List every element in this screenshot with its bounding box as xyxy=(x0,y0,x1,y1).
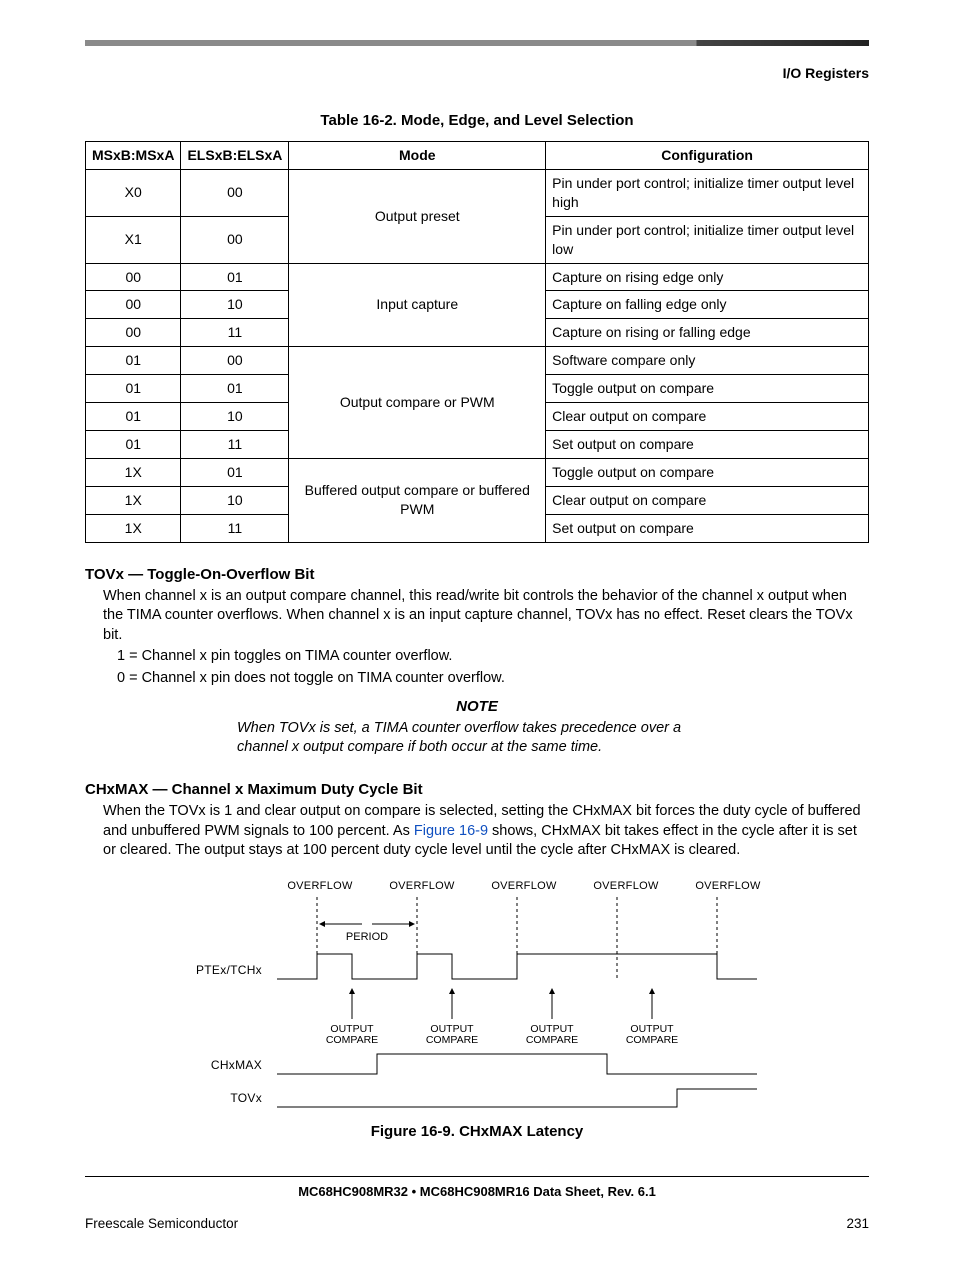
tovx-val-0: 0 = Channel x pin does not toggle on TIM… xyxy=(117,669,869,689)
chxmax-body: When the TOVx is 1 and clear output on c… xyxy=(103,802,869,861)
cell: 10 xyxy=(181,403,289,431)
cell: 01 xyxy=(181,263,289,291)
cell: 00 xyxy=(86,291,181,319)
oc: OUTPUTCOMPARE xyxy=(426,1023,478,1046)
cell: 1X xyxy=(86,486,181,514)
ovf: OVERFLOW xyxy=(575,879,677,894)
note-header: NOTE xyxy=(85,697,869,717)
section-header: I/O Registers xyxy=(85,64,869,83)
cell: Toggle output on compare xyxy=(546,458,869,486)
cell: 00 xyxy=(181,216,289,263)
footer-doc: MC68HC908MR32 • MC68HC908MR16 Data Sheet… xyxy=(85,1176,869,1201)
cell: Clear output on compare xyxy=(546,486,869,514)
ovf: OVERFLOW xyxy=(371,879,473,894)
mode-table: MSxB:MSxA ELSxB:ELSxA Mode Configuration… xyxy=(85,141,869,542)
cell: Toggle output on compare xyxy=(546,375,869,403)
cell: 10 xyxy=(181,486,289,514)
cell: Capture on rising or falling edge xyxy=(546,319,869,347)
ovf: OVERFLOW xyxy=(269,879,371,894)
period-label: PERIOD xyxy=(346,931,388,943)
cell: 11 xyxy=(181,514,289,542)
label-ptex: PTEx/TCHx xyxy=(196,963,262,977)
cell: Set output on compare xyxy=(546,430,869,458)
cell: 1X xyxy=(86,458,181,486)
tovx-body: When channel x is an output compare chan… xyxy=(103,587,869,646)
cell: Capture on rising edge only xyxy=(546,263,869,291)
cell: 00 xyxy=(86,263,181,291)
oc: OUTPUTCOMPARE xyxy=(526,1023,578,1046)
cell: 01 xyxy=(181,375,289,403)
figure-title: Figure 16-9. CHxMAX Latency xyxy=(177,1122,777,1142)
cell: X1 xyxy=(86,216,181,263)
col-msxb: MSxB:MSxA xyxy=(86,142,181,170)
cell: 00 xyxy=(181,170,289,217)
oc: OUTPUTCOMPARE xyxy=(326,1023,378,1046)
table-title: Table 16-2. Mode, Edge, and Level Select… xyxy=(85,111,869,131)
cell: 11 xyxy=(181,319,289,347)
cell: Set output on compare xyxy=(546,514,869,542)
footer-page: 231 xyxy=(846,1215,869,1233)
cell-mode: Input capture xyxy=(289,263,546,347)
footer-vendor: Freescale Semiconductor xyxy=(85,1215,238,1233)
cell: 11 xyxy=(181,430,289,458)
label-chxmax: CHxMAX xyxy=(211,1058,262,1072)
header-rule xyxy=(85,40,869,46)
chxmax-title: CHxMAX — Channel x Maximum Duty Cycle Bi… xyxy=(85,780,869,800)
note-body: When TOVx is set, a TIMA counter overflo… xyxy=(237,719,717,758)
figure-xref[interactable]: Figure 16-9 xyxy=(414,823,488,839)
cell: 10 xyxy=(181,291,289,319)
tovx-title: TOVx — Toggle-On-Overflow Bit xyxy=(85,565,869,585)
ovf: OVERFLOW xyxy=(473,879,575,894)
cell: 01 xyxy=(86,403,181,431)
cell: 01 xyxy=(86,375,181,403)
cell: 01 xyxy=(86,430,181,458)
label-tovx: TOVx xyxy=(230,1091,262,1105)
cell: 00 xyxy=(86,319,181,347)
cell: Clear output on compare xyxy=(546,403,869,431)
cell: 1X xyxy=(86,514,181,542)
cell: X0 xyxy=(86,170,181,217)
cell: 01 xyxy=(181,458,289,486)
cell: Capture on falling edge only xyxy=(546,291,869,319)
col-elsxb: ELSxB:ELSxA xyxy=(181,142,289,170)
cell-mode: Buffered output compare or buffered PWM xyxy=(289,458,546,542)
cell-mode: Output compare or PWM xyxy=(289,347,546,459)
cell: 00 xyxy=(181,347,289,375)
oc: OUTPUTCOMPARE xyxy=(626,1023,678,1046)
tovx-val-1: 1 = Channel x pin toggles on TIMA counte… xyxy=(117,647,869,667)
col-mode: Mode xyxy=(289,142,546,170)
timing-diagram: PERIOD PTEx/TCHx OUTPUTCOMPARE OUTPUTCOM… xyxy=(177,894,777,1114)
cell: Pin under port control; initialize timer… xyxy=(546,170,869,217)
cell: 01 xyxy=(86,347,181,375)
cell: Software compare only xyxy=(546,347,869,375)
overflow-row: OVERFLOW OVERFLOW OVERFLOW OVERFLOW OVER… xyxy=(267,879,781,894)
col-config: Configuration xyxy=(546,142,869,170)
cell-mode: Output preset xyxy=(289,170,546,264)
ovf: OVERFLOW xyxy=(677,879,779,894)
figure-wrap: OVERFLOW OVERFLOW OVERFLOW OVERFLOW OVER… xyxy=(177,879,777,1142)
cell: Pin under port control; initialize timer… xyxy=(546,216,869,263)
